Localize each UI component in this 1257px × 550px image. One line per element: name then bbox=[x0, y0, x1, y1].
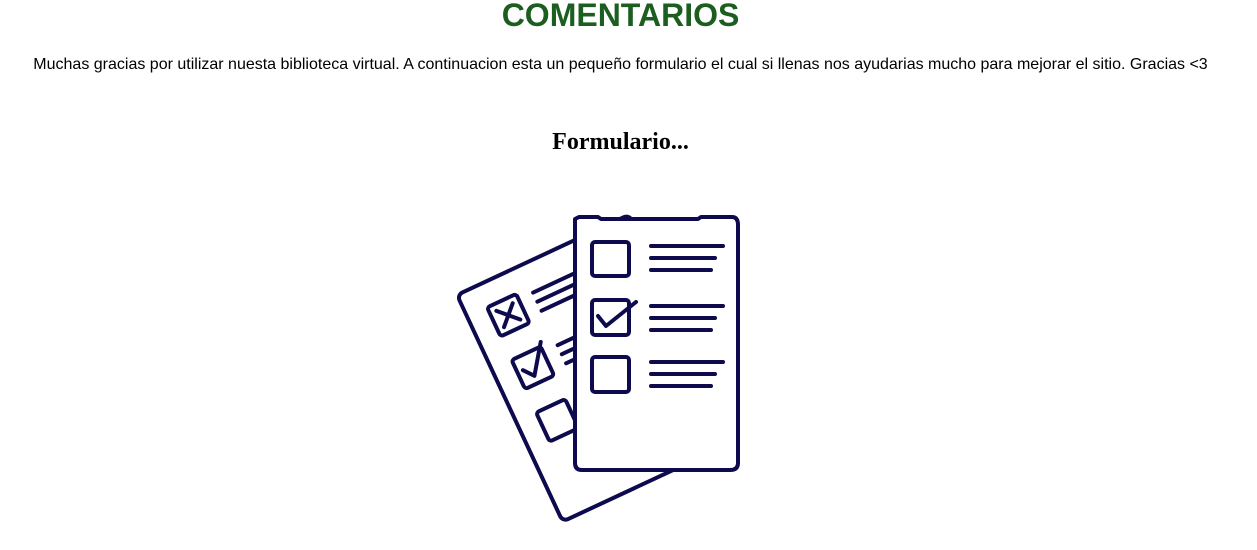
page-title: COMENTARIOS bbox=[501, 0, 740, 33]
intro-text: Muchas gracias por utilizar nuesta bibli… bbox=[33, 56, 1208, 73]
checklist-forms-icon bbox=[440, 200, 760, 530]
form-heading: Formulario... bbox=[552, 129, 689, 155]
front-sheet bbox=[573, 215, 740, 472]
